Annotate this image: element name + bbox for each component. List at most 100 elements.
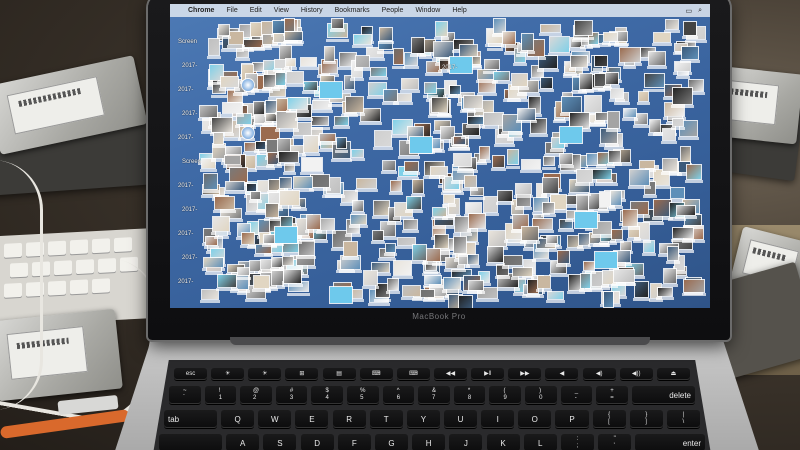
desktop-file-icon[interactable] <box>613 269 634 283</box>
desktop-file-icon[interactable] <box>663 128 675 140</box>
desktop-file-icon[interactable] <box>649 120 661 133</box>
desktop-file-icon[interactable] <box>336 137 346 149</box>
key-0-2[interactable]: ☀ <box>248 368 282 380</box>
desktop-file-icon[interactable] <box>488 231 506 246</box>
desktop-file-icon[interactable] <box>648 51 666 65</box>
desktop-file-icon[interactable] <box>673 228 694 239</box>
desktop-file-icon[interactable] <box>383 160 396 170</box>
desktop-file-icon[interactable] <box>251 191 261 200</box>
desktop-file-icon[interactable] <box>346 96 363 113</box>
desktop-file-icon[interactable] <box>561 96 582 112</box>
desktop-file-icon[interactable] <box>374 130 391 146</box>
desktop-file-icon[interactable] <box>663 269 677 284</box>
desktop-file-icon[interactable] <box>434 41 454 58</box>
desktop-file-icon[interactable] <box>607 112 619 128</box>
desktop-file-icon[interactable] <box>571 56 588 67</box>
desktop-file-icon[interactable] <box>287 97 308 109</box>
desktop-file-icon[interactable] <box>487 247 503 262</box>
desktop-file-icon[interactable] <box>407 197 422 210</box>
desktop-file-icon[interactable] <box>684 280 704 292</box>
desktop-file-icon[interactable] <box>517 109 535 120</box>
desktop-file-icon[interactable] <box>521 33 533 50</box>
key-0-12[interactable]: ◀)) <box>619 368 653 380</box>
key-0-8[interactable]: ▶‖ <box>471 368 505 380</box>
key-1-0[interactable]: ~ ` <box>169 386 201 404</box>
desktop-file-icon[interactable] <box>604 33 617 42</box>
desktop-file-icon[interactable] <box>521 159 541 170</box>
desktop-file-icon[interactable] <box>251 23 263 38</box>
desktop-file-icon[interactable] <box>672 88 692 104</box>
desktop-file-icon[interactable] <box>390 181 401 191</box>
desktop-file-icon[interactable] <box>450 85 460 94</box>
desktop-file-icon[interactable] <box>623 210 637 227</box>
desktop-file-icon[interactable] <box>425 276 442 284</box>
desktop-file-icon[interactable] <box>663 159 677 171</box>
desktop-file-icon[interactable] <box>503 255 523 266</box>
desktop-file-icon[interactable] <box>215 196 234 210</box>
desktop-file-icon[interactable] <box>591 170 611 180</box>
key-3-10[interactable]: : ; <box>560 434 595 450</box>
desktop-file-icon[interactable] <box>434 235 448 248</box>
desktop-file-icon[interactable] <box>363 271 378 285</box>
desktop-file-icon[interactable] <box>550 37 570 53</box>
desktop-file-icon[interactable] <box>404 161 419 172</box>
desktop-file-icon[interactable] <box>639 92 649 101</box>
key-2-0[interactable]: tab <box>164 410 217 428</box>
desktop-file-icon[interactable] <box>238 267 250 276</box>
desktop-file-icon[interactable] <box>284 19 295 32</box>
desktop-file-icon[interactable] <box>311 117 328 126</box>
desktop-file-icon[interactable] <box>213 217 230 231</box>
key-0-7[interactable]: ◀◀ <box>434 368 468 380</box>
desktop-file-icon[interactable] <box>283 269 301 283</box>
menu-file[interactable]: File <box>226 7 237 14</box>
desktop-folder-icon[interactable] <box>330 287 352 303</box>
desktop-file-icon[interactable] <box>221 77 238 87</box>
key-1-13[interactable]: delete <box>631 386 695 404</box>
desktop-file-icon[interactable] <box>302 157 322 171</box>
key-1-12[interactable]: + = <box>596 386 628 404</box>
desktop-file-icon[interactable] <box>222 103 243 113</box>
desktop-file-icon[interactable] <box>370 68 387 76</box>
desktop-file-icon[interactable] <box>665 19 678 30</box>
desktop-file-icon[interactable] <box>583 262 594 270</box>
desktop-file-icon[interactable] <box>343 241 358 257</box>
key-3-6[interactable]: H <box>412 434 446 450</box>
key-3-3[interactable]: D <box>300 434 334 450</box>
desktop-file-icon[interactable] <box>560 154 572 164</box>
desktop-file-icon[interactable] <box>658 287 672 297</box>
desktop-file-icon[interactable] <box>402 79 419 89</box>
desktop-file-icon[interactable] <box>677 206 695 216</box>
desktop-file-icon[interactable] <box>620 47 640 63</box>
desktop-file-icon[interactable] <box>300 57 317 66</box>
desktop-file-icon[interactable] <box>623 109 637 117</box>
desktop-file-icon[interactable] <box>542 178 559 194</box>
desktop-file-icon[interactable] <box>357 178 376 189</box>
key-3-0[interactable] <box>159 434 223 450</box>
desktop-folder-icon[interactable] <box>595 252 617 268</box>
desktop-file-icon[interactable] <box>484 60 500 70</box>
desktop-file-icon[interactable] <box>453 153 471 167</box>
key-1-2[interactable]: @ 2 <box>240 386 272 404</box>
desktop-file-icon[interactable] <box>653 200 671 216</box>
desktop-file-icon[interactable] <box>200 106 218 117</box>
desktop-file-icon[interactable] <box>279 45 291 60</box>
desktop-file-icon[interactable] <box>498 190 512 201</box>
desktop-file-icon[interactable] <box>610 88 623 99</box>
desktop-file-icon[interactable] <box>432 98 447 113</box>
desktop-file-icon[interactable] <box>540 78 553 89</box>
desktop-file-icon[interactable] <box>444 194 454 203</box>
desktop-file-icon[interactable] <box>507 149 518 165</box>
desktop-file-icon[interactable] <box>224 155 240 165</box>
menu-people[interactable]: People <box>382 7 404 14</box>
key-3-5[interactable]: G <box>374 434 409 450</box>
desktop-file-icon[interactable] <box>612 230 622 239</box>
desktop-file-icon[interactable] <box>547 235 557 243</box>
desktop-file-icon[interactable] <box>310 174 330 187</box>
desktop-file-icon[interactable] <box>609 151 620 162</box>
spotlight-icon[interactable]: ⌕ <box>698 7 702 15</box>
desktop-file-icon[interactable] <box>484 113 503 126</box>
key-0-11[interactable]: ◀) <box>582 368 616 380</box>
desktop-file-icon[interactable] <box>580 273 591 288</box>
desktop-file-icon[interactable] <box>355 56 369 68</box>
desktop-file-icon[interactable] <box>471 56 481 65</box>
